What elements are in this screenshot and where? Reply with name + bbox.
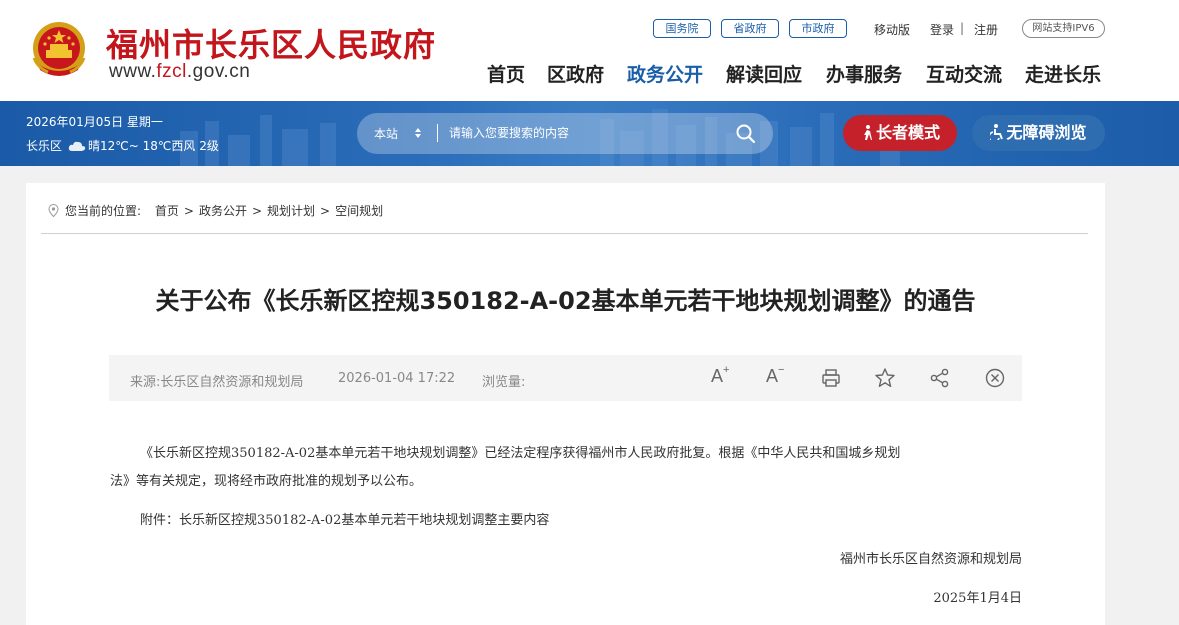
elder-icon — [863, 125, 872, 140]
nav-about-changle[interactable]: 走进长乐 — [1025, 60, 1101, 87]
breadcrumb-home[interactable]: 首页 — [155, 204, 179, 218]
login-link[interactable]: 登录 — [930, 21, 954, 38]
search-divider — [437, 124, 438, 142]
share-icon[interactable] — [929, 367, 951, 389]
link-city-gov[interactable]: 市政府 — [789, 19, 847, 38]
font-increase-button[interactable]: A+ — [711, 364, 730, 387]
article-card: 您当前的位置: 首页 > 政务公开 > 规划计划 > 空间规划 关于公布《长乐新区控规350… — [26, 183, 1105, 625]
breadcrumb: 您当前的位置: 首页 > 政务公开 > 规划计划 > 空间规划 — [48, 202, 383, 219]
breadcrumb-planning[interactable]: 规划计划 — [267, 204, 315, 218]
nav-gov-affairs[interactable]: 政务公开 — [627, 60, 703, 87]
ipv6-badge: 网站支持IPV6 — [1022, 19, 1105, 38]
font-decrease-button[interactable]: A− — [766, 364, 785, 387]
article-views: 浏览量: — [482, 375, 526, 390]
breadcrumb-gov-affairs[interactable]: 政务公开 — [199, 204, 247, 218]
site-title: 福州市长乐区人民政府 — [106, 26, 437, 64]
print-icon[interactable] — [820, 367, 842, 389]
search-input[interactable] — [449, 122, 709, 144]
accessibility-icon — [990, 124, 1004, 140]
district-name: 长乐区 — [26, 139, 63, 153]
site-url-domain: fzcl — [156, 61, 187, 82]
breadcrumb-divider — [41, 233, 1088, 234]
breadcrumb-spatial-planning[interactable]: 空间规划 — [335, 204, 383, 218]
nav-district-gov[interactable]: 区政府 — [547, 60, 604, 87]
font-increase-sign: + — [723, 364, 730, 376]
mobile-version-link[interactable]: 移动版 — [874, 21, 910, 38]
nav-home[interactable]: 首页 — [487, 60, 525, 87]
breadcrumb-prefix: 您当前的位置: — [65, 204, 142, 218]
article-date: 2026-01-04 17:22 — [338, 371, 456, 386]
nav-interaction[interactable]: 互动交流 — [926, 60, 1002, 87]
article-attachment[interactable]: 附件：长乐新区控规350182-A-02基本单元若干地块规划调整主要内容 — [140, 509, 549, 528]
current-date: 2026年01月05日 星期一 — [26, 115, 163, 129]
article-source: 来源:长乐区自然资源和规划局 — [130, 375, 304, 390]
close-icon[interactable] — [984, 367, 1006, 389]
article-paragraph-line-1: 《长乐新区控规350182-A-02基本单元若干地块规划调整》已经法定程序获得福… — [140, 446, 901, 461]
search-bar: 本站 — [357, 113, 773, 154]
site-url: www.fzcl.gov.cn — [109, 61, 250, 83]
breadcrumb-sep: > — [183, 204, 194, 218]
article-title: 关于公布《长乐新区控规350182-A-02基本单元若干地块规划调整》的通告 — [155, 287, 976, 315]
site-url-text: www.fzcl.gov.cn — [109, 61, 251, 82]
elder-mode-label: 长者模式 — [875, 123, 940, 142]
link-province-gov[interactable]: 省政府 — [721, 19, 779, 38]
cloud-icon — [68, 141, 86, 151]
article-paragraph-line-2: 法》等有关规定，现将经市政府批准的规划予以公布。 — [110, 474, 423, 489]
updown-arrow-icon[interactable] — [414, 126, 422, 140]
login-separator: | — [960, 21, 965, 35]
site-header: 福州市长乐区人民政府 www.fzcl.gov.cn 国务院 省政府 市政府 移… — [0, 0, 1179, 101]
article-signature: 福州市长乐区自然资源和规划局 — [839, 552, 1022, 567]
elder-mode-button[interactable]: 长者模式 — [843, 115, 957, 151]
article-meta-bar: 来源:长乐区自然资源和规划局 2026-01-04 17:22 浏览量: A+ … — [109, 355, 1022, 401]
search-scope-select[interactable]: 本站 — [374, 125, 398, 142]
national-emblem-icon — [32, 22, 86, 76]
link-state-council[interactable]: 国务院 — [653, 19, 711, 38]
accessibility-label: 无障碍浏览 — [1006, 123, 1087, 142]
nav-interpretation[interactable]: 解读回应 — [726, 60, 802, 87]
font-decrease-icon: A — [766, 366, 779, 386]
register-link[interactable]: 注册 — [974, 21, 998, 38]
weather-info: 长乐区 晴12℃~ 18℃西风 2级 — [26, 137, 219, 154]
weather-text: 晴12℃~ 18℃西风 2级 — [88, 139, 219, 153]
star-icon[interactable] — [874, 367, 896, 389]
font-decrease-sign: − — [778, 364, 785, 376]
search-icon[interactable] — [735, 123, 757, 145]
article-sign-date: 2025年1月4日 — [933, 591, 1022, 606]
info-search-band: 2026年01月05日 星期一 长乐区 晴12℃~ 18℃西风 2级 本站 长者模… — [0, 101, 1179, 166]
nav-services[interactable]: 办事服务 — [826, 60, 902, 87]
accessibility-button[interactable]: 无障碍浏览 — [972, 115, 1105, 151]
breadcrumb-sep: > — [320, 204, 331, 218]
breadcrumb-sep: > — [251, 204, 263, 218]
font-increase-icon: A — [711, 366, 724, 386]
location-pin-icon — [48, 203, 59, 217]
